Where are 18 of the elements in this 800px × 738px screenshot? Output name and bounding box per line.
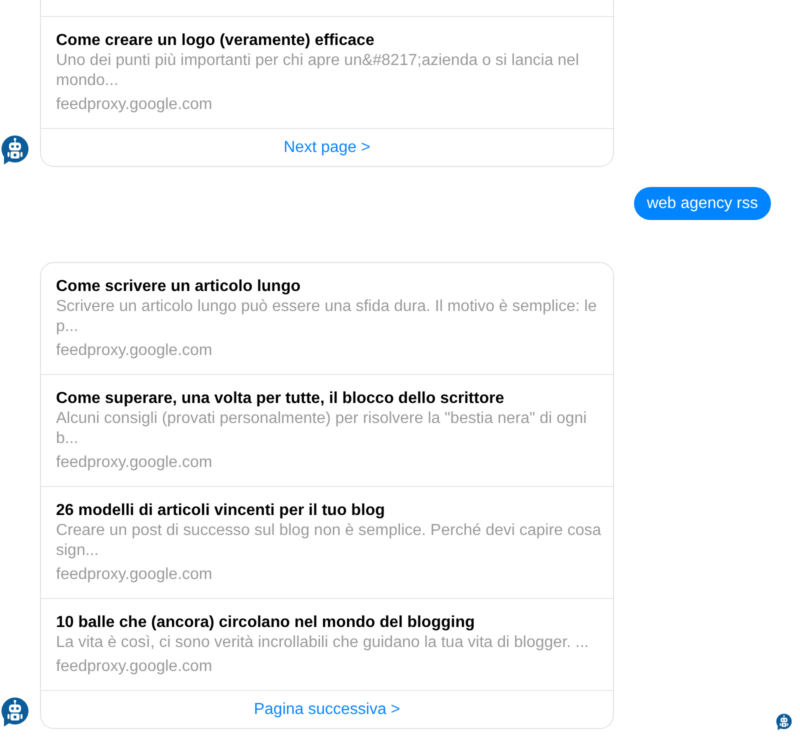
next-page-button[interactable]: Next page > — [41, 128, 613, 166]
article-description: Uno dei punti più importanti per chi apre un&#8217;azienda o si lancia nel mondo... — [56, 51, 580, 91]
user-message-bubble: web agency rss — [634, 187, 771, 220]
article-title: Come superare, una volta per tutte, il blocco dello scrittore — [56, 389, 506, 409]
article-title: 10 balle che (ancora) circolano nel mondo del blogging — [56, 613, 476, 633]
article-source: feedproxy.google.com — [56, 453, 214, 473]
article-source: feedproxy.google.com — [56, 95, 214, 115]
article-description: Alcuni consigli (provati personalmente) per risolvere la "bestia nera" di ogni b... — [56, 409, 588, 449]
article-description: Creare un post di successo sul blog non è semplice. Perché devi capire cosa sign... — [56, 521, 602, 561]
next-page-button[interactable]: Pagina successiva > — [41, 690, 613, 728]
article-title: Come scrivere un articolo lungo — [56, 277, 302, 297]
article-title: Come creare un logo (veramente) efficace — [56, 31, 376, 51]
article-source: feedproxy.google.com — [56, 341, 214, 361]
article-description: Scrivere un articolo lungo può essere una sfida dura. Il motivo è semplice: le p... — [56, 297, 598, 337]
article-source: feedproxy.google.com — [56, 657, 214, 677]
article-source: feedproxy.google.com — [56, 565, 214, 585]
article-description: La vita è così, ci sono verità incrollabili che guidano la tua vita di blogger. ... — [56, 633, 590, 653]
article-title: 26 modelli di articoli vincenti per il tuo blog — [56, 501, 386, 521]
